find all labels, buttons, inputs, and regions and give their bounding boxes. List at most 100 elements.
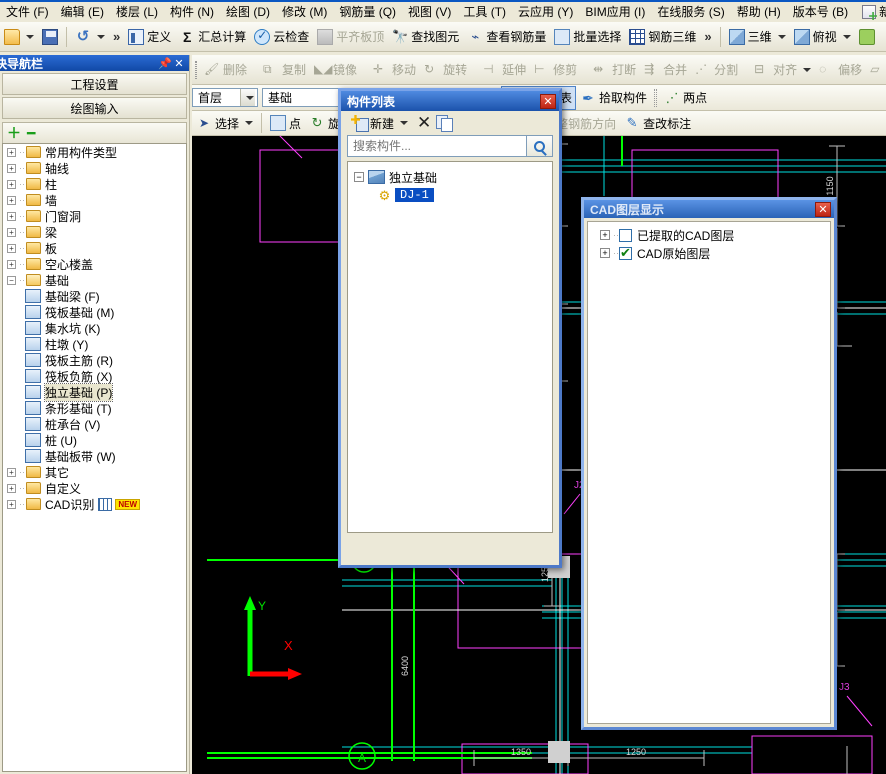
expand-icon[interactable]: +: [7, 147, 16, 157]
tree-item-wall[interactable]: + ·· 墙: [3, 192, 186, 208]
collapse-icon[interactable]: −: [354, 172, 364, 182]
chevron-down-icon[interactable]: [842, 34, 851, 39]
close-icon[interactable]: ✕: [172, 57, 186, 70]
save-button[interactable]: [38, 25, 62, 49]
tree-item-raft-main-rebar[interactable]: 筏板主筋 (R): [3, 352, 186, 368]
expand-icon[interactable]: +: [7, 483, 16, 493]
new-change-button[interactable]: 新建变更: [858, 3, 886, 21]
menu-item-version[interactable]: 版本号 (B): [787, 2, 854, 22]
menu-item-cloud-app[interactable]: 云应用 (Y): [512, 2, 579, 22]
close-icon[interactable]: ✕: [540, 93, 556, 109]
expand-icon[interactable]: +: [600, 230, 610, 240]
break-button[interactable]: ⇹ 打断: [589, 58, 640, 82]
delete-button[interactable]: 🖌 删除: [200, 58, 251, 82]
tree-item-slab[interactable]: + ·· 板: [3, 240, 186, 256]
tree-item-cad-recognition[interactable]: + ·· CAD识别 NEW: [3, 496, 186, 512]
view-rebar-qty-button[interactable]: ⌁ 查看钢筋量: [463, 25, 550, 49]
extend-button[interactable]: ⊣ 延伸: [479, 58, 530, 82]
tree-item-pile-cap[interactable]: 桩承台 (V): [3, 416, 186, 432]
tree-item-raft-negative-rebar[interactable]: 筏板负筋 (X): [3, 368, 186, 384]
offset-button[interactable]: ◌ 偏移: [815, 58, 866, 82]
menu-item-online-service[interactable]: 在线服务 (S): [651, 2, 730, 22]
cad-layer-item-original[interactable]: + ·· CAD原始图层: [588, 244, 830, 262]
menu-item-tools[interactable]: 工具 (T): [457, 2, 512, 22]
mirror-button[interactable]: ◣◢ 镜像: [310, 58, 361, 82]
tree-item-axis[interactable]: + ·· 轴线: [3, 160, 186, 176]
chevron-down-icon[interactable]: [97, 34, 105, 39]
menu-item-bim-app[interactable]: BIM应用 (I): [579, 2, 651, 22]
menu-item-floor[interactable]: 楼层 (L): [110, 2, 164, 22]
toolbar-grip[interactable]: [195, 60, 197, 79]
view-extra-button[interactable]: [855, 25, 879, 49]
new-component-button[interactable]: 新建: [347, 111, 412, 135]
chevron-down-icon[interactable]: [240, 89, 255, 106]
expand-icon[interactable]: +: [7, 195, 16, 205]
menu-item-edit[interactable]: 编辑 (E): [55, 2, 110, 22]
toolbar-overflow-button-2[interactable]: »: [700, 29, 715, 44]
collapse-all-icon[interactable]: ━: [27, 125, 35, 142]
component-tree-root[interactable]: − 独立基础: [348, 168, 552, 186]
component-tree[interactable]: + ·· 常用构件类型 + ·· 轴线 + ·· 柱 + ·· 墙 + ·· 门…: [2, 143, 187, 772]
tree-item-foundation[interactable]: − ·· 基础: [3, 272, 186, 288]
tree-item-hollow-floor[interactable]: + ·· 空心楼盖: [3, 256, 186, 272]
tree-item-column-pier[interactable]: 柱墩 (Y): [3, 336, 186, 352]
expand-icon[interactable]: +: [7, 179, 16, 189]
menu-item-draw[interactable]: 绘图 (D): [220, 2, 276, 22]
point-button[interactable]: 点: [266, 111, 305, 135]
flatten-slab-button[interactable]: 平齐板顶: [313, 25, 388, 49]
define-button[interactable]: 定义: [124, 25, 175, 49]
close-icon[interactable]: ✕: [815, 201, 831, 217]
chevron-down-icon[interactable]: [803, 67, 812, 72]
batch-select-button[interactable]: 批量选择: [550, 25, 625, 49]
chevron-down-icon[interactable]: [400, 121, 409, 125]
component-list-window[interactable]: 构件列表 ✕ 新建 ✕ − 独立基础 ⚙: [338, 88, 562, 568]
tree-item-sump[interactable]: 集水坑 (K): [3, 320, 186, 336]
align-button[interactable]: ⊟ 对齐: [750, 58, 815, 82]
copy-button[interactable]: ⧉ 复制: [259, 58, 310, 82]
move-button[interactable]: ✛ 移动: [369, 58, 420, 82]
menu-item-component[interactable]: 构件 (N): [164, 2, 220, 22]
chevron-down-icon[interactable]: [245, 121, 254, 125]
menu-item-file[interactable]: 文件 (F): [0, 2, 55, 22]
expand-all-icon[interactable]: ＋: [7, 123, 21, 143]
stretch-button[interactable]: ▱ 拉: [866, 58, 886, 82]
window-title-bar[interactable]: 构件列表 ✕: [341, 91, 559, 111]
tab-project-settings[interactable]: 工程设置: [2, 73, 187, 95]
expand-icon[interactable]: +: [600, 248, 610, 258]
search-button[interactable]: [527, 135, 553, 157]
split-button[interactable]: ⋰ 分割: [691, 58, 742, 82]
tree-item-common-types[interactable]: + ·· 常用构件类型: [3, 144, 186, 160]
tree-item-foundation-beam[interactable]: 基础梁 (F): [3, 288, 186, 304]
rotate-button[interactable]: ↻ 旋转: [420, 58, 471, 82]
search-input[interactable]: [347, 135, 527, 157]
expand-icon[interactable]: +: [7, 211, 16, 221]
tree-item-foundation-strip[interactable]: 基础板带 (W): [3, 448, 186, 464]
view-top-button[interactable]: 俯视: [790, 25, 855, 49]
expand-icon[interactable]: +: [7, 227, 16, 237]
component-tree-child[interactable]: ⚙ DJ-1: [348, 186, 552, 204]
cad-layer-tree[interactable]: + ·· 已提取的CAD图层 + ·· CAD原始图层: [587, 221, 831, 724]
pick-component-button[interactable]: ✒ 拾取构件: [576, 86, 651, 110]
two-point-button[interactable]: ⋰ 两点: [660, 86, 711, 110]
toolbar-overflow-button[interactable]: »: [109, 29, 124, 44]
cloud-check-button[interactable]: 云检查: [250, 25, 313, 49]
expand-icon[interactable]: +: [7, 163, 16, 173]
menu-item-rebar-quantity[interactable]: 钢筋量 (Q): [333, 2, 402, 22]
collapse-icon[interactable]: −: [7, 275, 16, 285]
toolbar-grip[interactable]: [654, 88, 658, 107]
open-file-button[interactable]: [0, 25, 38, 49]
undo-button[interactable]: ↺: [71, 25, 109, 49]
tree-item-raft-foundation[interactable]: 筏板基础 (M): [3, 304, 186, 320]
expand-icon[interactable]: +: [7, 499, 16, 509]
pin-icon[interactable]: 📌: [158, 57, 172, 70]
menu-item-view[interactable]: 视图 (V): [402, 2, 457, 22]
trim-button[interactable]: ⊢ 修剪: [530, 58, 581, 82]
tree-item-strip-foundation[interactable]: 条形基础 (T): [3, 400, 186, 416]
summary-calc-button[interactable]: Σ 汇总计算: [175, 25, 250, 49]
delete-x-icon[interactable]: ✕: [417, 114, 431, 131]
tree-item-door-window[interactable]: + ·· 门窗洞: [3, 208, 186, 224]
menu-item-help[interactable]: 帮助 (H): [731, 2, 787, 22]
checkbox-checked[interactable]: [619, 245, 632, 261]
window-title-bar[interactable]: CAD图层显示 ✕: [584, 200, 834, 218]
expand-icon[interactable]: +: [7, 243, 16, 253]
